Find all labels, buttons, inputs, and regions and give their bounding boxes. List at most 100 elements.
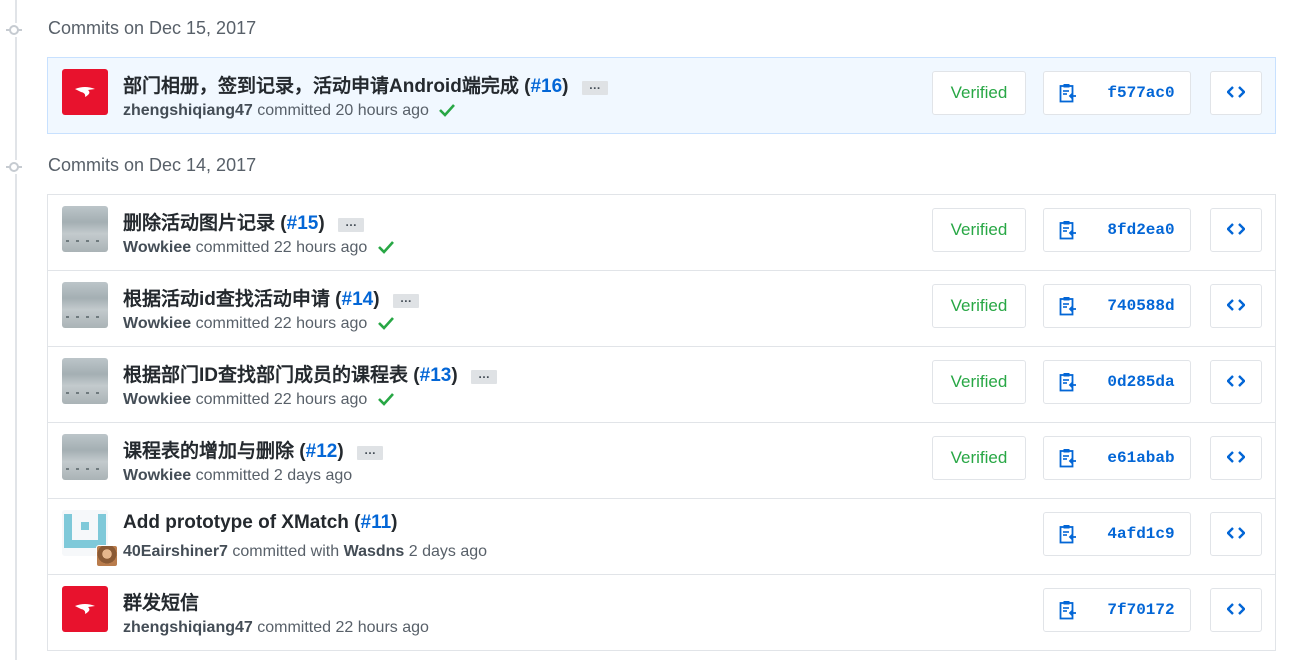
commit-title[interactable]: 课程表的增加与删除 (#12) … [123,436,383,463]
commit-meta: zhengshiqiang47 committed 20 hours ago [123,102,456,120]
copy-sha-button[interactable] [1043,588,1093,632]
pr-link[interactable]: #16 [530,76,562,97]
expand-message-button[interactable]: … [581,79,608,95]
commit-group-header: Commits on Dec 14, 2017 [0,152,1294,182]
expand-message-button[interactable]: … [470,368,497,384]
author-link[interactable]: zhengshiqiang47 [123,619,253,636]
commit-row: 部门相册，签到记录，活动申请Android端完成 (#16) … zhengsh… [48,58,1275,134]
commit-verb: committed [257,619,332,636]
copy-sha-button[interactable] [1043,208,1093,252]
check-icon[interactable] [377,316,394,330]
commit-time: 22 hours ago [273,391,368,408]
coauthor-link[interactable]: Wasdns [344,543,405,560]
author-link[interactable]: Wowkiee [123,467,191,484]
commit-list: 删除活动图片记录 (#15) … Wowkiee committed 22 ho… [47,194,1276,651]
sha-link[interactable]: 7f70172 [1092,588,1191,632]
commit-row: 删除活动图片记录 (#15) … Wowkiee committed 22 ho… [48,195,1275,271]
pr-link[interactable]: #12 [306,441,338,462]
verified-badge[interactable]: Verified [932,360,1026,404]
sha-link[interactable]: f577ac0 [1092,71,1191,115]
pr-link[interactable]: #15 [287,213,319,234]
author-link[interactable]: 40Eairshiner7 [123,543,228,560]
sha-link[interactable]: 0d285da [1092,360,1191,404]
commit-message[interactable]: 群发短信 [123,593,199,614]
avatar[interactable] [62,586,108,632]
code-icon [1227,375,1245,387]
browse-repo-button[interactable] [1210,512,1262,556]
commit-title[interactable]: 删除活动图片记录 (#15) … [123,208,364,235]
browse-repo-button[interactable] [1210,436,1262,480]
commit-message[interactable]: Add prototype of XMatch [123,512,349,533]
pr-link[interactable]: #11 [361,512,392,533]
author-link[interactable]: Wowkiee [123,315,191,332]
code-icon [1227,451,1245,463]
verified-badge[interactable]: Verified [932,208,1026,252]
browse-repo-button[interactable] [1210,208,1262,252]
check-icon[interactable] [439,103,456,117]
copy-sha-button[interactable] [1043,360,1093,404]
avatar[interactable] [62,206,108,252]
pr-link[interactable]: #14 [342,289,374,310]
commit-row: 根据部门ID查找部门成员的课程表 (#13) … Wowkiee committ… [48,347,1275,423]
verified-badge[interactable]: Verified [932,71,1026,115]
clipboard-icon [1059,84,1076,103]
commit-title[interactable]: Add prototype of XMatch (#11) [123,512,397,534]
commit-list: 部门相册，签到记录，活动申请Android端完成 (#16) … zhengsh… [47,57,1276,134]
logo-icon [75,604,95,614]
commit-message[interactable]: 根据活动id查找活动申请 [123,289,330,310]
browse-repo-button[interactable] [1210,588,1262,632]
avatar[interactable] [62,282,108,328]
browse-repo-button[interactable] [1210,360,1262,404]
copy-sha-button[interactable] [1043,71,1093,115]
expand-message-button[interactable]: … [356,444,383,460]
commit-meta: Wowkiee committed 22 hours ago [123,391,394,409]
commit-message[interactable]: 根据部门ID查找部门成员的课程表 [123,365,408,386]
sha-link[interactable]: 8fd2ea0 [1092,208,1191,252]
expand-message-button[interactable]: … [337,216,364,232]
copy-sha-button[interactable] [1043,512,1093,556]
author-link[interactable]: Wowkiee [123,391,191,408]
commit-message[interactable]: 部门相册，签到记录，活动申请Android端完成 [123,76,519,97]
commit-message[interactable]: 删除活动图片记录 [123,213,275,234]
commit-title[interactable]: 根据活动id查找活动申请 (#14) … [123,284,419,311]
commit-title[interactable]: 部门相册，签到记录，活动申请Android端完成 (#16) … [123,71,608,98]
commit-meta: Wowkiee committed 22 hours ago [123,315,394,333]
commit-time: 20 hours ago [335,102,429,119]
sha-link[interactable]: 4afd1c9 [1092,512,1191,556]
verified-badge[interactable]: Verified [932,284,1026,328]
commit-time: 2 days ago [408,543,488,560]
copy-sha-button[interactable] [1043,284,1093,328]
commit-time: 22 hours ago [335,619,429,636]
clipboard-icon [1059,373,1076,392]
author-link[interactable]: zhengshiqiang47 [123,102,253,119]
pr-link[interactable]: #13 [420,365,452,386]
browse-repo-button[interactable] [1210,284,1262,328]
verified-badge[interactable]: Verified [932,436,1026,480]
commit-message[interactable]: 课程表的增加与删除 [123,441,294,462]
commit-meta: Wowkiee committed 2 days ago [123,467,352,485]
avatar[interactable] [62,69,108,115]
check-icon[interactable] [377,392,394,406]
avatar[interactable] [62,358,108,404]
clipboard-icon [1059,221,1076,240]
browse-repo-button[interactable] [1210,71,1262,115]
copy-sha-button[interactable] [1043,436,1093,480]
avatar[interactable] [62,434,108,480]
commit-title[interactable]: 群发短信 [123,588,199,615]
commit-verb: committed [195,315,270,332]
commit-group-date: Commits on Dec 14, 2017 [48,155,257,175]
clipboard-icon [1059,449,1076,468]
commit-verb: committed with [232,543,340,560]
commit-group-date: Commits on Dec 15, 2017 [48,18,257,38]
coauthor-avatar[interactable] [96,545,118,567]
check-icon[interactable] [377,240,394,254]
commit-title[interactable]: 根据部门ID查找部门成员的课程表 (#13) … [123,360,497,387]
author-link[interactable]: Wowkiee [123,239,191,256]
sha-link[interactable]: 740588d [1092,284,1191,328]
sha-link[interactable]: e61abab [1092,436,1191,480]
expand-message-button[interactable]: … [392,292,419,308]
code-icon [1227,603,1245,615]
commit-row: Add prototype of XMatch (#11) 40Eairshin… [48,499,1275,575]
commit-node-icon [6,160,22,174]
commit-verb: committed [195,239,270,256]
